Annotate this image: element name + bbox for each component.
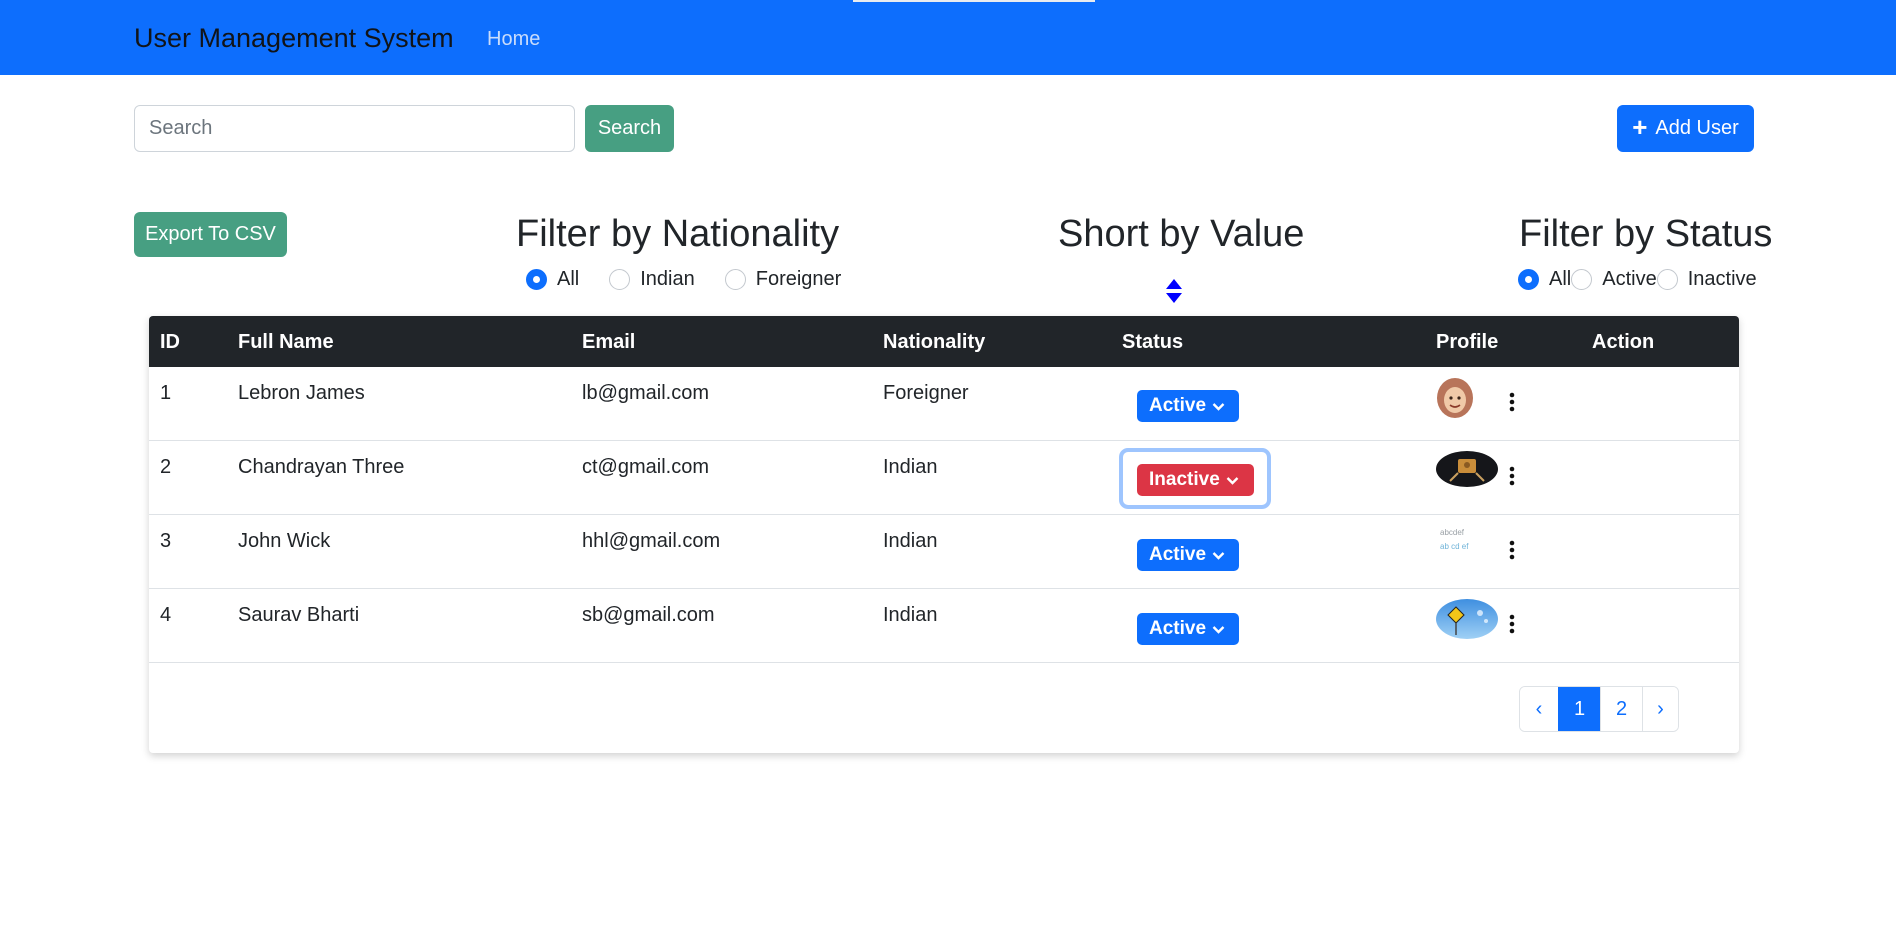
- search-input[interactable]: [134, 105, 575, 152]
- table-header: ID Full Name Email Nationality Status Pr…: [149, 316, 1739, 367]
- cell-nationality: Indian: [883, 456, 938, 478]
- nationality-radio-foreigner[interactable]: [724, 269, 746, 290]
- cell-email: lb@gmail.com: [582, 382, 710, 404]
- avatar-icon[interactable]: [1436, 377, 1474, 419]
- status-filter-options: All Active Inactive: [1518, 268, 1757, 291]
- column-header-id: ID: [160, 331, 180, 353]
- cell-email: hhl@gmail.com: [582, 530, 721, 552]
- kebab-menu-icon[interactable]: [1509, 614, 1515, 634]
- column-header-email: Email: [582, 331, 636, 353]
- status-label-all[interactable]: All: [1549, 268, 1571, 291]
- cell-nationality: Foreigner: [883, 382, 969, 404]
- status-label: Active: [1149, 618, 1207, 639]
- users-table-card: ID Full Name Email Nationality Status Pr…: [149, 316, 1739, 753]
- kebab-menu-icon[interactable]: [1509, 466, 1515, 486]
- status-dropdown-button[interactable]: Inactive: [1137, 464, 1254, 496]
- cell-full-name: Saurav Bharti: [238, 604, 360, 626]
- search-button[interactable]: Search: [585, 105, 674, 152]
- pagination-prev[interactable]: ‹: [1520, 687, 1558, 731]
- status-label-inactive[interactable]: Inactive: [1688, 268, 1757, 291]
- nationality-radio-all[interactable]: [526, 269, 547, 290]
- status-filter-title: Filter by Status: [1519, 213, 1773, 255]
- cell-email: ct@gmail.com: [582, 456, 709, 478]
- cell-full-name: Chandrayan Three: [238, 456, 405, 478]
- cell-nationality: Indian: [883, 530, 938, 552]
- column-header-action: Action: [1592, 331, 1655, 353]
- cell-email: sb@gmail.com: [582, 604, 715, 626]
- sort-title: Short by Value: [1058, 213, 1305, 255]
- status-label: Inactive: [1149, 469, 1220, 490]
- app-brand[interactable]: User Management System: [134, 20, 454, 56]
- cell-full-name: John Wick: [238, 530, 331, 552]
- status-radio-active[interactable]: [1571, 269, 1593, 290]
- svg-text:ab cd ef: ab cd ef: [1440, 542, 1469, 551]
- chevron-down-icon: [1212, 551, 1225, 560]
- table-row: 3 John Wick hhl@gmail.com Indian abcdef …: [149, 515, 1739, 589]
- column-header-nationality: Nationality: [883, 331, 986, 353]
- sort-icon[interactable]: [1164, 278, 1184, 304]
- status-dropdown-button[interactable]: Active: [1137, 613, 1239, 645]
- pagination-page-1[interactable]: 1: [1558, 687, 1600, 731]
- status-label: Active: [1149, 544, 1207, 565]
- status-dropdown-button[interactable]: Active: [1137, 390, 1239, 422]
- nav-home-link[interactable]: Home: [487, 26, 540, 52]
- nationality-label-foreigner[interactable]: Foreigner: [756, 268, 842, 291]
- avatar-icon[interactable]: abcdef ab cd ef: [1436, 525, 1486, 555]
- status-radio-inactive[interactable]: [1656, 269, 1678, 290]
- navbar: User Management System Home: [0, 0, 1896, 75]
- avatar-icon[interactable]: [1436, 451, 1498, 487]
- cell-id: 1: [160, 382, 172, 404]
- cell-nationality: Indian: [883, 604, 938, 626]
- column-header-status: Status: [1122, 331, 1184, 353]
- loading-indicator: [853, 0, 1095, 2]
- chevron-down-icon: [1212, 402, 1225, 411]
- cell-id: 2: [160, 456, 172, 478]
- pagination-next[interactable]: ›: [1642, 687, 1678, 731]
- add-user-button[interactable]: + Add User: [1617, 105, 1754, 152]
- status-label: Active: [1149, 395, 1207, 416]
- avatar-icon[interactable]: [1436, 599, 1498, 639]
- kebab-menu-icon[interactable]: [1509, 392, 1515, 412]
- table-row: 2 Chandrayan Three ct@gmail.com Indian: [149, 441, 1739, 515]
- nationality-filter-title: Filter by Nationality: [516, 213, 840, 255]
- nationality-filter-options: All Indian Foreigner: [526, 268, 841, 291]
- status-label-active[interactable]: Active: [1602, 268, 1656, 291]
- cell-id: 4: [160, 604, 172, 626]
- pagination-page-2[interactable]: 2: [1600, 687, 1642, 731]
- add-user-label: Add User: [1655, 117, 1739, 139]
- nationality-label-all[interactable]: All: [557, 268, 579, 291]
- pagination: ‹ 1 2 ›: [1519, 686, 1679, 732]
- table-row: 4 Saurav Bharti sb@gmail.com Indian: [149, 589, 1739, 663]
- column-header-profile: Profile: [1436, 331, 1499, 353]
- nationality-radio-indian[interactable]: [609, 269, 631, 290]
- table-row: 1 Lebron James lb@gmail.com Foreigner: [149, 367, 1739, 441]
- nationality-label-indian[interactable]: Indian: [640, 268, 695, 291]
- svg-text:abcdef: abcdef: [1440, 528, 1465, 537]
- chevron-down-icon: [1212, 625, 1225, 634]
- cell-id: 3: [160, 530, 172, 552]
- column-header-full-name: Full Name: [238, 331, 334, 353]
- chevron-down-icon: [1226, 476, 1239, 485]
- plus-icon: +: [1632, 112, 1648, 142]
- cell-full-name: Lebron James: [238, 382, 365, 404]
- status-radio-all[interactable]: [1518, 269, 1539, 290]
- status-dropdown-button[interactable]: Active: [1137, 539, 1239, 571]
- export-csv-button[interactable]: Export To CSV: [134, 212, 287, 257]
- kebab-menu-icon[interactable]: [1509, 540, 1515, 560]
